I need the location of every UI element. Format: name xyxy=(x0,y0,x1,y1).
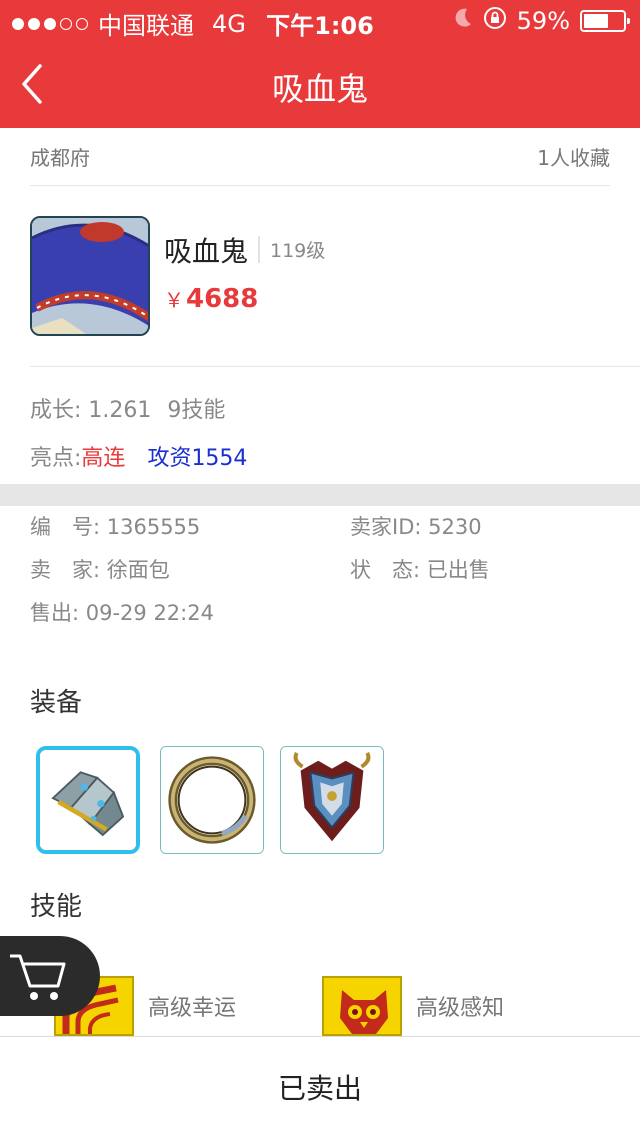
status-bar: 中国联通 4G 下午1:06 59% xyxy=(0,0,640,40)
listing-id: 编 号: 1365555 xyxy=(30,515,201,539)
cart-icon xyxy=(10,954,66,1000)
pet-name: 吸血鬼 xyxy=(164,235,249,268)
seller-name: 卖 家: 徐面包 xyxy=(30,558,170,582)
page-title: 吸血鬼 xyxy=(271,70,368,108)
ring-icon[interactable] xyxy=(160,746,264,854)
skill-perception[interactable]: 高级感知 xyxy=(322,976,504,1036)
bracer-icon[interactable] xyxy=(36,746,140,854)
favorite-count[interactable]: 1人收藏 xyxy=(537,142,610,171)
highlight-label: 亮点: xyxy=(30,446,82,471)
highlight-tag-1: 高连 xyxy=(81,446,126,471)
pet-price: ￥4688 xyxy=(164,284,258,314)
rotation-lock-icon xyxy=(483,6,507,36)
growth-stat: 成长: 1.261 xyxy=(30,398,152,423)
cart-button[interactable] xyxy=(0,936,100,1016)
equipment-title: 装备 xyxy=(30,688,83,718)
sold-status-bar: 已卖出 xyxy=(0,1036,640,1136)
nav-bar: 吸血鬼 xyxy=(0,40,640,128)
pet-stats: 成长: 1.261 9技能 亮点: 高连 攻资1554 xyxy=(30,384,247,480)
sold-label: 已卖出 xyxy=(277,1071,362,1105)
armor-icon[interactable] xyxy=(280,746,384,854)
pet-level: 119级 xyxy=(258,236,325,263)
price-value: 4688 xyxy=(186,284,259,314)
battery-icon xyxy=(580,10,630,32)
skills-title: 技能 xyxy=(30,892,83,922)
pet-avatar xyxy=(30,216,150,336)
battery-percent: 59% xyxy=(516,7,570,35)
currency-symbol: ￥ xyxy=(164,288,184,312)
sold-time: 售出: 09-29 22:24 xyxy=(30,601,214,625)
highlight-tag-2: 攻资1554 xyxy=(147,446,248,471)
skill-count: 9技能 xyxy=(167,398,226,423)
location-row: 成都府 1人收藏 xyxy=(30,128,610,186)
sale-status: 状 态: 已出售 xyxy=(350,558,490,582)
server-label: 成都府 xyxy=(30,146,90,170)
perception-skill-icon xyxy=(322,976,402,1036)
seller-id: 卖家ID: 5230 xyxy=(350,515,482,539)
skill-label-perception: 高级感知 xyxy=(416,996,505,1021)
section-divider xyxy=(0,484,640,506)
pet-card: 吸血鬼 119级 ￥4688 xyxy=(30,186,640,367)
skill-label-luck: 高级幸运 xyxy=(148,996,237,1021)
moon-icon xyxy=(453,7,473,35)
